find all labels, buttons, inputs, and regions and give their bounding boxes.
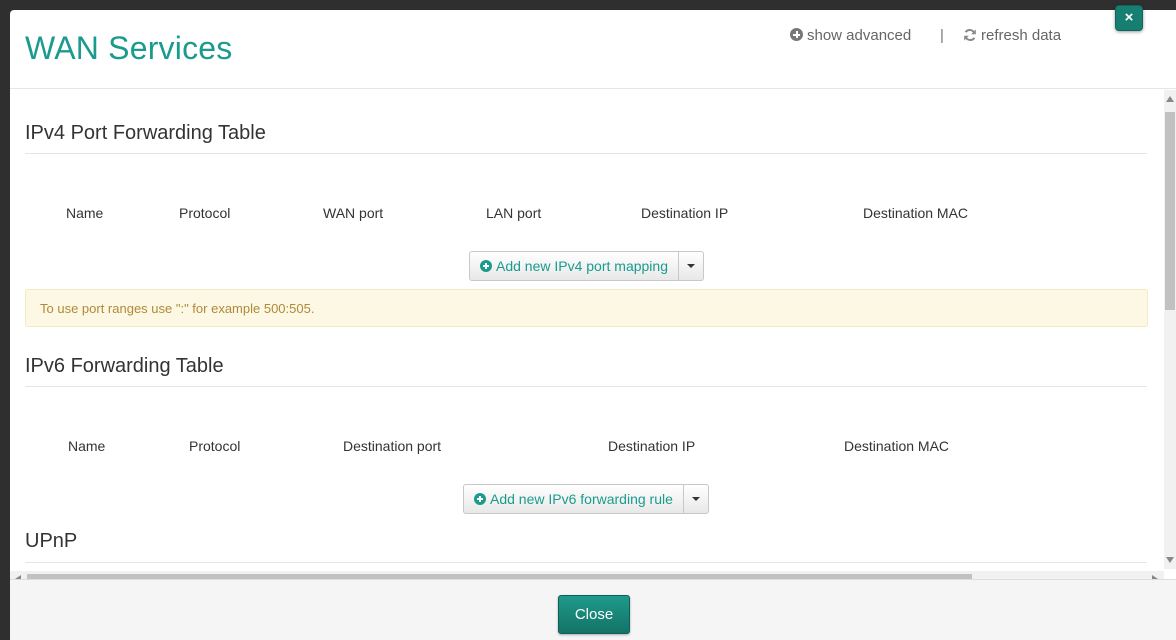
- ipv6-col-destination-port: Destination port: [343, 438, 442, 454]
- close-icon[interactable]: ×: [1115, 5, 1143, 31]
- modal-title: WAN Services: [25, 30, 233, 66]
- ipv4-col-destination-mac: Destination MAC: [863, 205, 969, 221]
- modal-footer: Close: [10, 579, 1176, 640]
- add-ipv6-rule-label: Add new IPv6 forwarding rule: [490, 491, 673, 507]
- show-advanced-link[interactable]: show advanced: [790, 27, 911, 44]
- ipv6-col-destination-mac: Destination MAC: [844, 438, 950, 454]
- add-ipv4-mapping-button[interactable]: Add new IPv4 port mapping: [469, 251, 679, 281]
- chevron-down-icon: [687, 264, 695, 268]
- upnp-section-title: UPnP: [25, 530, 78, 552]
- upnp-divider: [25, 562, 1147, 563]
- vertical-scroll-thumb[interactable]: [1165, 112, 1175, 310]
- wan-services-modal: WAN Services show advanced | refresh dat…: [10, 5, 1176, 640]
- ipv6-dropdown-toggle[interactable]: [683, 484, 709, 514]
- add-ipv4-mapping-label: Add new IPv4 port mapping: [496, 258, 668, 274]
- ipv6-col-destination-ip: Destination IP: [608, 438, 696, 454]
- scroll-up-icon[interactable]: [1166, 96, 1174, 102]
- ipv4-col-lan-port: LAN port: [486, 205, 542, 221]
- ipv4-dropdown-toggle[interactable]: [679, 251, 704, 281]
- circle-plus-icon: [480, 260, 492, 272]
- ipv6-divider: [25, 386, 1147, 387]
- ipv4-col-name: Name: [66, 205, 104, 221]
- ipv4-section-title: IPv4 Port Forwarding Table: [25, 122, 266, 144]
- port-range-hint: To use port ranges use ":" for example 5…: [25, 289, 1148, 327]
- refresh-data-label: refresh data: [981, 27, 1062, 44]
- ipv6-col-name: Name: [68, 438, 106, 454]
- ipv4-divider: [25, 153, 1147, 154]
- refresh-data-link[interactable]: refresh data: [963, 27, 1061, 44]
- ipv4-col-wan-port: WAN port: [323, 205, 384, 221]
- vertical-scrollbar[interactable]: [1164, 90, 1176, 569]
- modal-body[interactable]: IPv4 Port Forwarding Table Name Protocol…: [10, 90, 1176, 587]
- ipv6-col-protocol: Protocol: [189, 438, 241, 454]
- ipv4-col-destination-ip: Destination IP: [641, 205, 729, 221]
- add-ipv6-rule-button[interactable]: Add new IPv6 forwarding rule: [463, 484, 684, 514]
- close-button[interactable]: Close: [558, 595, 630, 634]
- circle-plus-icon: [474, 493, 486, 505]
- ipv4-col-protocol: Protocol: [179, 205, 231, 221]
- circle-plus-icon: [790, 28, 803, 41]
- modal-header: WAN Services show advanced | refresh dat…: [10, 5, 1176, 89]
- ipv6-section-title: IPv6 Forwarding Table: [25, 355, 224, 377]
- show-advanced-label: show advanced: [807, 27, 912, 44]
- ipv6-add-button-group: Add new IPv6 forwarding rule: [463, 484, 709, 514]
- refresh-icon: [964, 29, 976, 41]
- header-separator: |: [940, 27, 944, 44]
- scroll-down-icon[interactable]: [1166, 557, 1174, 563]
- chevron-down-icon: [691, 497, 700, 501]
- ipv4-add-button-group: Add new IPv4 port mapping: [469, 251, 704, 281]
